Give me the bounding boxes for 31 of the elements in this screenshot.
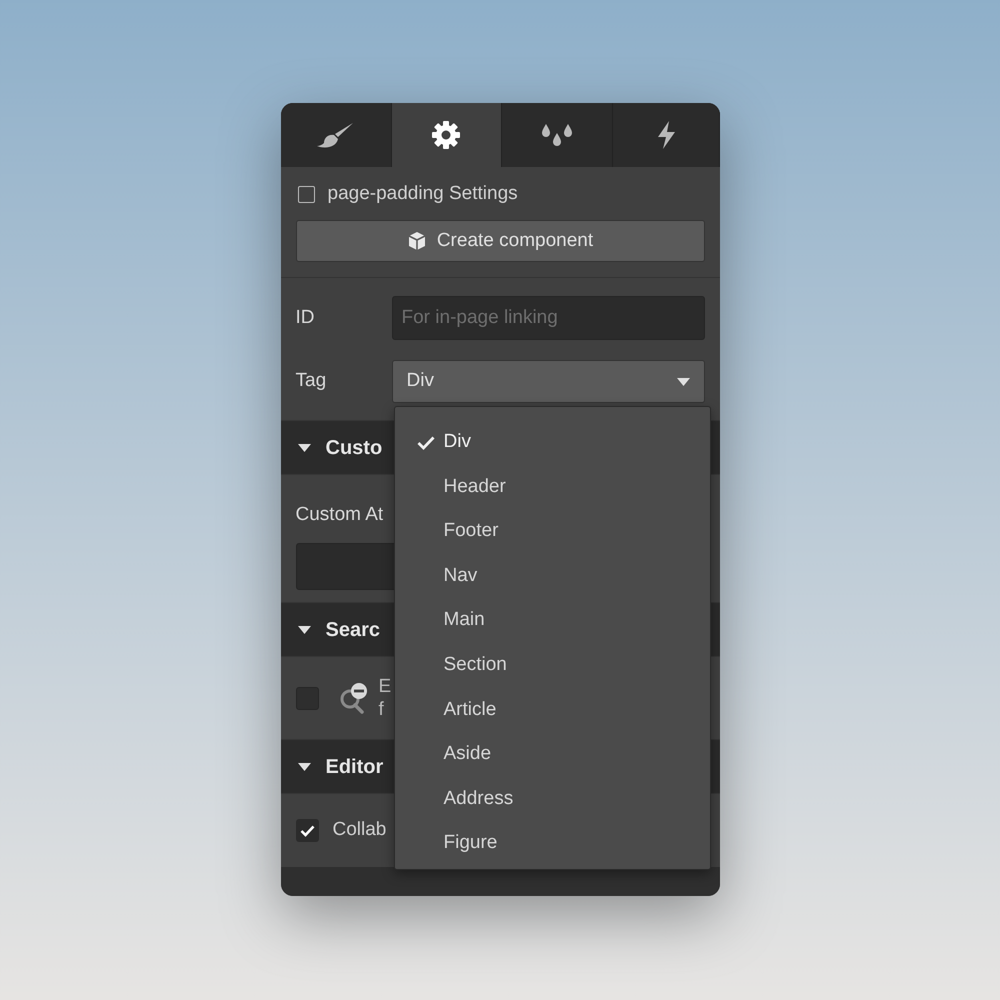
dropdown-option[interactable]: Figure bbox=[394, 821, 710, 866]
dropdown-option[interactable]: Section bbox=[394, 642, 710, 688]
checkbox[interactable] bbox=[296, 819, 318, 842]
cube-icon bbox=[406, 231, 427, 251]
check-icon bbox=[416, 436, 434, 450]
settings-icon bbox=[430, 119, 462, 151]
drops-icon bbox=[540, 122, 574, 148]
search-label: E bbox=[378, 675, 392, 698]
dropdown-option[interactable]: Aside bbox=[394, 732, 710, 777]
id-label: ID bbox=[296, 306, 316, 330]
settings-label: page-padding Settings bbox=[328, 182, 518, 206]
check-icon bbox=[300, 824, 314, 836]
dropdown-option[interactable]: Header bbox=[394, 464, 710, 510]
panel-tab[interactable] bbox=[280, 103, 392, 167]
checkbox[interactable] bbox=[296, 686, 318, 710]
dropdown-option[interactable]: Footer bbox=[394, 509, 710, 554]
dropdown-option[interactable]: Address bbox=[394, 776, 710, 822]
dropdown-option[interactable]: Main bbox=[394, 598, 710, 643]
dropdown-option[interactable]: Article bbox=[394, 688, 710, 732]
create-component-button[interactable]: Create component bbox=[296, 220, 704, 262]
search-label: f bbox=[378, 698, 385, 721]
checkbox[interactable] bbox=[298, 186, 314, 203]
tag-select[interactable]: Div bbox=[392, 360, 704, 403]
panel-tab[interactable] bbox=[392, 103, 502, 167]
caret-icon bbox=[676, 378, 690, 386]
collaboration-label: Collab bbox=[332, 818, 386, 842]
tag-label: Tag bbox=[296, 369, 328, 394]
custom-attributes-label: Custom At bbox=[296, 503, 384, 527]
id-input-field[interactable]: For in-page linking bbox=[392, 296, 704, 340]
dropdown-option[interactable]: Nav bbox=[394, 554, 710, 598]
dropdown-option[interactable]: Div bbox=[394, 420, 710, 465]
